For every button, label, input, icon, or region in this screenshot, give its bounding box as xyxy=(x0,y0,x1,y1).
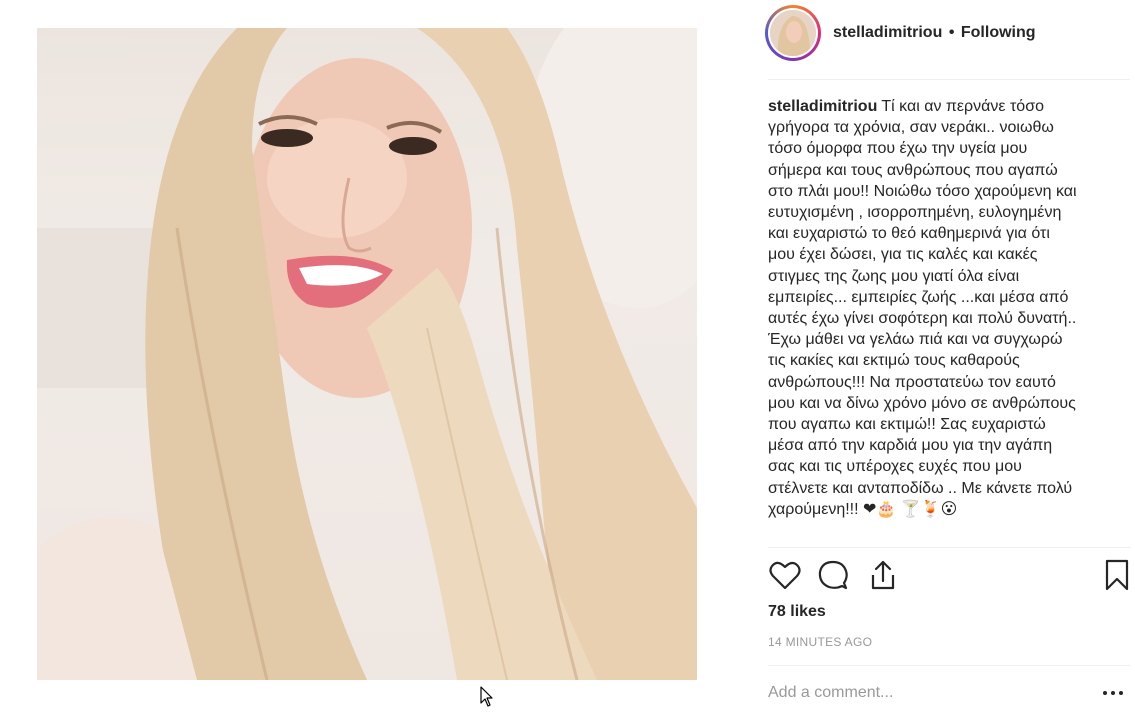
post-side-panel: stelladimitriou • Following stelladimitr… xyxy=(765,0,1130,712)
caption-text: Τί και αν περνάνε τόσο γρήγορα τα χρόνια… xyxy=(768,98,1077,518)
comment-bar xyxy=(768,678,1130,712)
avatar-story-ring[interactable] xyxy=(765,5,821,61)
caption-username-link[interactable]: stelladimitriou xyxy=(768,98,877,115)
add-comment-input[interactable] xyxy=(768,678,1088,708)
following-button[interactable]: Following xyxy=(961,24,1036,41)
heart-outline-icon[interactable] xyxy=(768,558,802,592)
header-divider xyxy=(768,79,1130,80)
avatar[interactable] xyxy=(770,10,816,56)
bookmark-icon[interactable] xyxy=(1100,558,1134,592)
ellipsis-dot xyxy=(1119,691,1123,695)
avatar-frame xyxy=(768,8,818,58)
author-username-link[interactable]: stelladimitriou xyxy=(833,24,942,41)
author-line: stelladimitriou • Following xyxy=(833,24,1036,42)
post-photo[interactable] xyxy=(37,28,697,680)
likes-count-link[interactable]: 78 likes xyxy=(768,603,826,621)
post-header: stelladimitriou • Following xyxy=(765,5,1130,61)
avatar-picture xyxy=(770,10,816,56)
mouse-cursor-icon xyxy=(480,686,493,707)
action-bar xyxy=(768,558,1130,594)
ellipsis-dot xyxy=(1111,691,1115,695)
post-view: stelladimitriou • Following stelladimitr… xyxy=(0,0,1135,712)
share-upload-icon[interactable] xyxy=(866,558,900,592)
comment-divider xyxy=(768,665,1130,666)
ellipsis-icon[interactable] xyxy=(1103,686,1127,700)
post-caption: stelladimitriou Τί και αν περνάνε τόσο γρ… xyxy=(768,96,1080,520)
caption-divider xyxy=(768,547,1130,548)
post-timestamp[interactable]: 14 MINUTES AGO xyxy=(768,635,872,649)
ellipsis-dot xyxy=(1103,691,1107,695)
header-separator: • xyxy=(948,24,955,41)
post-photo-illustration xyxy=(37,28,697,680)
speech-bubble-icon[interactable] xyxy=(816,558,850,592)
